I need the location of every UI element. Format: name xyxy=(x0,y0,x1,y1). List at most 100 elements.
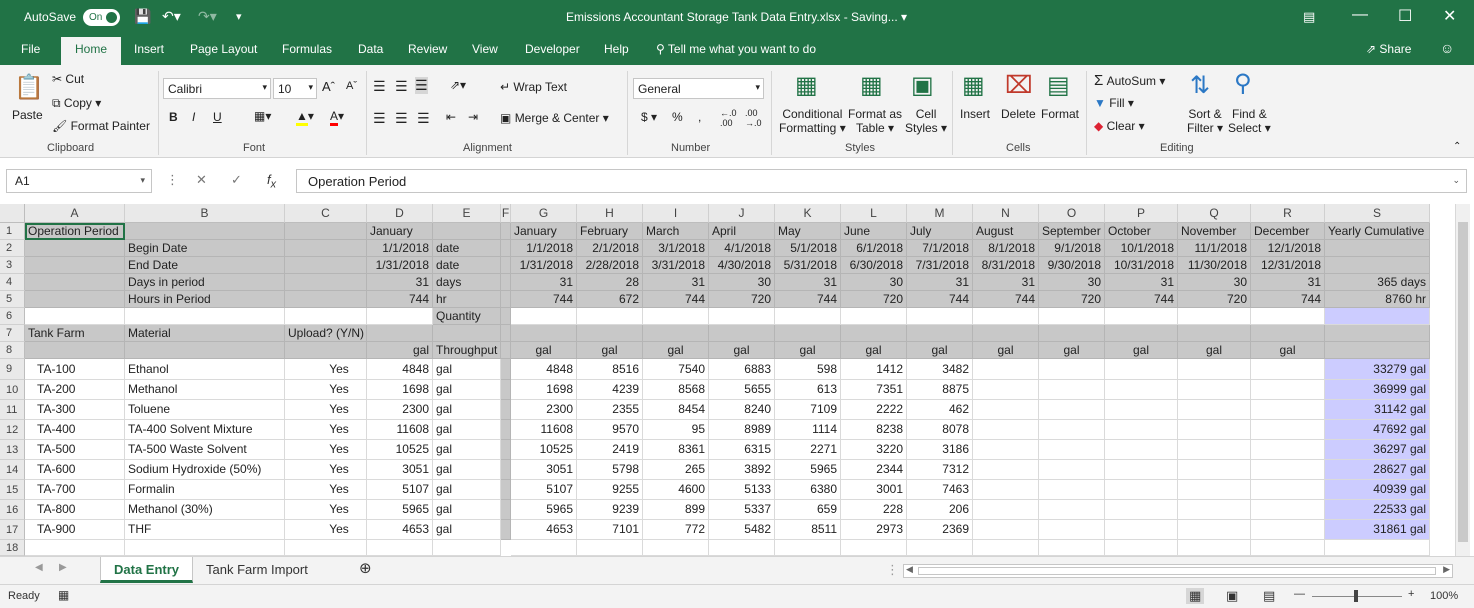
yearly-cumulative[interactable]: 33279 gal xyxy=(1325,359,1430,380)
quantity-unit[interactable]: gal xyxy=(433,440,501,460)
upload-flag[interactable]: Yes xyxy=(285,520,367,540)
cell-f8[interactable] xyxy=(501,342,511,359)
row-header-1[interactable]: 1 xyxy=(0,223,25,240)
close-icon[interactable]: ✕ xyxy=(1443,6,1456,26)
yearly-cumulative[interactable]: 22533 gal xyxy=(1325,500,1430,520)
format-as-table-button[interactable]: Format as Table ▾ xyxy=(848,107,902,135)
cell-s6[interactable] xyxy=(1325,308,1430,325)
paste-button[interactable]: Paste xyxy=(12,108,43,122)
upload-flag[interactable]: Yes xyxy=(285,359,367,380)
cell-r6[interactable] xyxy=(1251,308,1325,325)
cell-a1[interactable]: Operation Period xyxy=(25,223,125,240)
cell-h8[interactable]: gal xyxy=(577,342,643,359)
column-header-d[interactable]: D xyxy=(367,204,433,223)
cell-f4[interactable] xyxy=(501,274,511,291)
cell-h3[interactable]: 2/28/2018 xyxy=(577,257,643,274)
cell-l7[interactable] xyxy=(841,325,907,342)
monthly-value[interactable]: 7540 xyxy=(643,359,709,380)
cell-j8[interactable]: gal xyxy=(709,342,775,359)
tank-name[interactable]: TA-800 xyxy=(25,500,125,520)
font-color-icon[interactable]: A▾ xyxy=(330,109,344,126)
monthly-value[interactable] xyxy=(1039,380,1105,400)
yearly-cumulative[interactable]: 28627 gal xyxy=(1325,460,1430,480)
material-name[interactable]: Formalin xyxy=(125,480,285,500)
row-header-14[interactable]: 14 xyxy=(0,460,25,480)
monthly-value[interactable] xyxy=(1251,460,1325,480)
tab-formulas[interactable]: Formulas xyxy=(282,42,332,56)
cell-j7[interactable] xyxy=(709,325,775,342)
cell-styles-icon[interactable]: ▣ xyxy=(911,71,934,100)
column-header-b[interactable]: B xyxy=(125,204,285,223)
insert-cells-icon[interactable]: ▦ xyxy=(962,71,985,100)
monthly-value[interactable] xyxy=(1105,500,1178,520)
insert-button[interactable]: Insert xyxy=(960,107,990,121)
cell-l3[interactable]: 6/30/2018 xyxy=(841,257,907,274)
cell-q2[interactable]: 11/1/2018 xyxy=(1178,240,1251,257)
monthly-value[interactable]: 2355 xyxy=(577,400,643,420)
column-header-n[interactable]: N xyxy=(973,204,1039,223)
format-button[interactable]: Format xyxy=(1041,107,1079,121)
monthly-value[interactable] xyxy=(973,520,1039,540)
cell-o18[interactable] xyxy=(1039,540,1105,556)
cell-s3[interactable] xyxy=(1325,257,1430,274)
scroll-thumb[interactable] xyxy=(1458,222,1468,542)
bottom-align-icon[interactable]: ☰ xyxy=(415,77,428,94)
cell-k6[interactable] xyxy=(775,308,841,325)
cell-l6[interactable] xyxy=(841,308,907,325)
enter-icon[interactable]: ✓ xyxy=(231,172,242,188)
monthly-value[interactable] xyxy=(1251,400,1325,420)
cell-q1[interactable]: November xyxy=(1178,223,1251,240)
cell-a7[interactable]: Tank Farm xyxy=(25,325,125,342)
column-header-j[interactable]: J xyxy=(709,204,775,223)
column-header-h[interactable]: H xyxy=(577,204,643,223)
monthly-value[interactable]: 206 xyxy=(907,500,973,520)
cell-e1[interactable] xyxy=(433,223,501,240)
cell-q18[interactable] xyxy=(1178,540,1251,556)
monthly-value[interactable] xyxy=(973,480,1039,500)
monthly-value[interactable]: 659 xyxy=(775,500,841,520)
row-header-5[interactable]: 5 xyxy=(0,291,25,308)
tank-name[interactable]: TA-200 xyxy=(25,380,125,400)
column-header-r[interactable]: R xyxy=(1251,204,1325,223)
name-box[interactable]: A1 ▾ xyxy=(6,169,152,193)
column-header-o[interactable]: O xyxy=(1039,204,1105,223)
cell-f13[interactable] xyxy=(501,440,511,460)
share-button[interactable]: ⇗ Share xyxy=(1366,42,1411,56)
monthly-value[interactable]: 7351 xyxy=(841,380,907,400)
monthly-value[interactable]: 5107 xyxy=(511,480,577,500)
quantity-value[interactable]: 11608 xyxy=(367,420,433,440)
cell-e6[interactable]: Quantity xyxy=(433,308,501,325)
monthly-value[interactable]: 8875 xyxy=(907,380,973,400)
monthly-value[interactable]: 11608 xyxy=(511,420,577,440)
cell-q6[interactable] xyxy=(1178,308,1251,325)
monthly-value[interactable]: 462 xyxy=(907,400,973,420)
cell-s2[interactable] xyxy=(1325,240,1430,257)
cell-r18[interactable] xyxy=(1251,540,1325,556)
copy-button[interactable]: ⧉ Copy ▾ xyxy=(52,96,101,111)
increase-indent-icon[interactable]: ⇥ xyxy=(468,110,478,124)
sheet-tab-data-entry[interactable]: Data Entry xyxy=(100,557,194,583)
monthly-value[interactable] xyxy=(1178,380,1251,400)
cell-n5[interactable]: 744 xyxy=(973,291,1039,308)
quantity-value[interactable]: 2300 xyxy=(367,400,433,420)
row-header-7[interactable]: 7 xyxy=(0,325,25,342)
tank-name[interactable]: TA-100 xyxy=(25,359,125,380)
quantity-value[interactable]: 4653 xyxy=(367,520,433,540)
cell-c5[interactable] xyxy=(285,291,367,308)
cell-e8[interactable]: Throughput xyxy=(433,342,501,359)
maximize-icon[interactable]: ☐ xyxy=(1398,6,1412,26)
monthly-value[interactable]: 5482 xyxy=(709,520,775,540)
quantity-value[interactable]: 5965 xyxy=(367,500,433,520)
monthly-value[interactable] xyxy=(1251,440,1325,460)
cell-c2[interactable] xyxy=(285,240,367,257)
monthly-value[interactable] xyxy=(973,500,1039,520)
cell-l5[interactable]: 720 xyxy=(841,291,907,308)
cell-p7[interactable] xyxy=(1105,325,1178,342)
monthly-value[interactable] xyxy=(1039,500,1105,520)
yearly-cumulative[interactable]: 47692 gal xyxy=(1325,420,1430,440)
monthly-value[interactable]: 95 xyxy=(643,420,709,440)
tank-name[interactable]: TA-500 xyxy=(25,440,125,460)
cell-i4[interactable]: 31 xyxy=(643,274,709,291)
cell-n18[interactable] xyxy=(973,540,1039,556)
cell-i18[interactable] xyxy=(643,540,709,556)
